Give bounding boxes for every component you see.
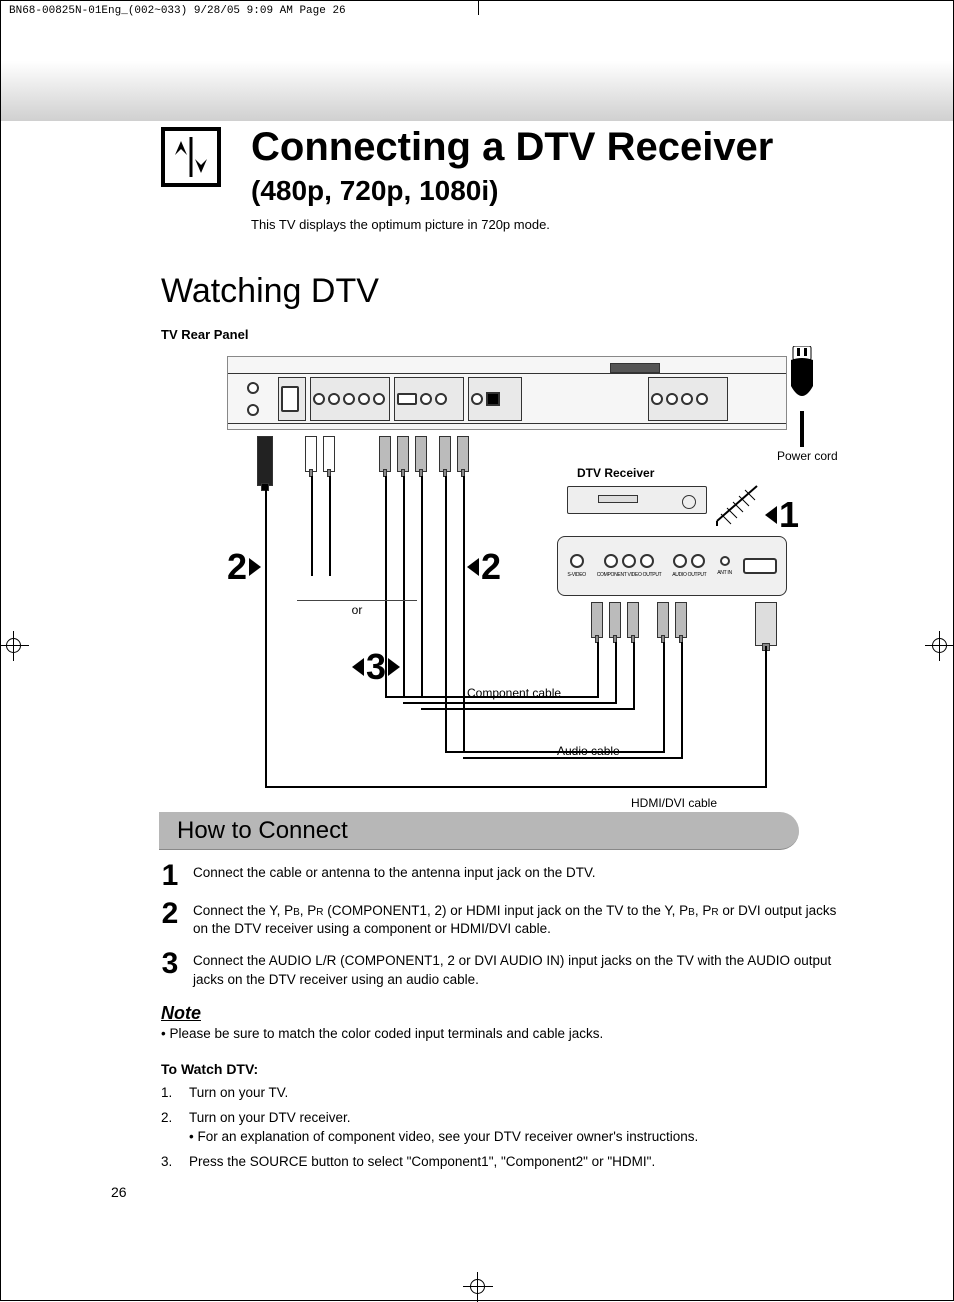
component-connector-icon [379,436,391,472]
title-subtitle: This TV displays the optimum picture in … [251,217,853,232]
audio-connector-icon [305,436,317,472]
title-modes-text: (480p, 720p, 1080i) [251,175,498,206]
note-heading: Note [161,1003,853,1024]
hdmi-connector-icon [257,436,273,486]
step-marker-1: 1 [765,494,799,536]
step-number: 2 [161,902,179,926]
port-label-ant: ANT IN [717,570,732,576]
step-text: Connect the cable or antenna to the ante… [193,864,853,882]
connection-steps-list: 1 Connect the cable or antenna to the an… [161,864,853,989]
audio-connector-icon [675,602,687,638]
list-item: 2.Turn on your DTV receiver. • For an ex… [161,1110,853,1144]
header-gradient-band [1,61,953,121]
page-title: Connecting a DTV Receiver (480p, 720p, 1… [251,127,853,207]
component-connector-icon [591,602,603,638]
component-connector-icon [415,436,427,472]
updown-arrows-icon [169,135,213,179]
registration-mark-icon [463,1272,493,1302]
step-text: Connect the AUDIO L/R (COMPONENT1, 2 or … [193,952,853,988]
content-area: Connecting a DTV Receiver (480p, 720p, 1… [1,127,953,1169]
connection-arrows-icon [161,127,221,187]
component-connector-icon [627,602,639,638]
component-connector-icon [609,602,621,638]
tv-rear-panel-label: TV Rear Panel [161,327,853,342]
step-text: Connect the Y, PB, PR (COMPONENT1, 2) or… [193,902,853,938]
step-item: 2 Connect the Y, PB, PR (COMPONENT1, 2) … [161,902,853,938]
list-item-sub: • For an explanation of component video,… [189,1129,853,1144]
step-marker-2-right: 2 [467,546,501,588]
port-label-audio: AUDIO OUTPUT [672,572,706,578]
section-heading-watching: Watching DTV [161,272,853,311]
page-number: 26 [111,1184,127,1200]
audio-connector-icon [457,436,469,472]
list-item: 3.Press the SOURCE button to select "Com… [161,1154,853,1169]
audio-cable-label: Audio cable [557,744,620,758]
list-item: 1.Turn on your TV. [161,1085,853,1100]
audio-connector-icon [657,602,669,638]
power-cord-group: Power cord [777,346,827,463]
to-watch-dtv-list: 1.Turn on your TV. 2.Turn on your DTV re… [161,1085,853,1169]
note-body: • Please be sure to match the color code… [161,1026,853,1041]
component-connector-icon [397,436,409,472]
port-label-component: COMPONENT VIDEO OUTPUT [597,572,662,578]
step-number: 3 [161,952,179,976]
hdmi-cable-label: HDMI/DVI cable [631,796,717,810]
registration-mark-icon [925,631,954,661]
how-to-connect-band: How to Connect [159,812,799,850]
page: BN68-00825N-01Eng_(002~033) 9/28/05 9:09… [0,0,954,1301]
title-row: Connecting a DTV Receiver (480p, 720p, 1… [161,127,853,232]
dvi-connector-icon [755,602,777,646]
step-marker-2-left: 2 [227,546,261,588]
step-item: 1 Connect the cable or antenna to the an… [161,864,853,888]
crop-tick-top [478,1,479,15]
title-main-text: Connecting a DTV Receiver [251,125,773,169]
connection-diagram: Power cord DTV Receiver S-VIDEO COMPONEN… [157,346,797,796]
print-metadata-header: BN68-00825N-01Eng_(002~033) 9/28/05 9:09… [1,1,953,21]
dtv-receiver-illustration [567,486,707,514]
step-marker-3: 3 [352,646,400,688]
step-number: 1 [161,864,179,888]
step-item: 3 Connect the AUDIO L/R (COMPONENT1, 2 o… [161,952,853,988]
power-cord-label: Power cord [777,449,827,463]
registration-mark-icon [0,631,29,661]
dtv-receiver-label: DTV Receiver [577,466,654,480]
how-to-connect-heading: How to Connect [177,817,348,845]
to-watch-dtv-heading: To Watch DTV: [161,1061,853,1077]
antenna-icon [707,476,767,526]
audio-connector-icon [323,436,335,472]
or-separator: or [297,600,417,617]
component-cable-label: Component cable [467,686,561,700]
port-label-svideo: S-VIDEO [567,572,585,578]
tv-rear-panel-illustration [227,356,787,430]
dtv-rear-panel-illustration: S-VIDEO COMPONENT VIDEO OUTPUT AUDIO OUT… [557,536,787,596]
power-plug-icon [785,346,819,406]
audio-connector-icon [439,436,451,472]
